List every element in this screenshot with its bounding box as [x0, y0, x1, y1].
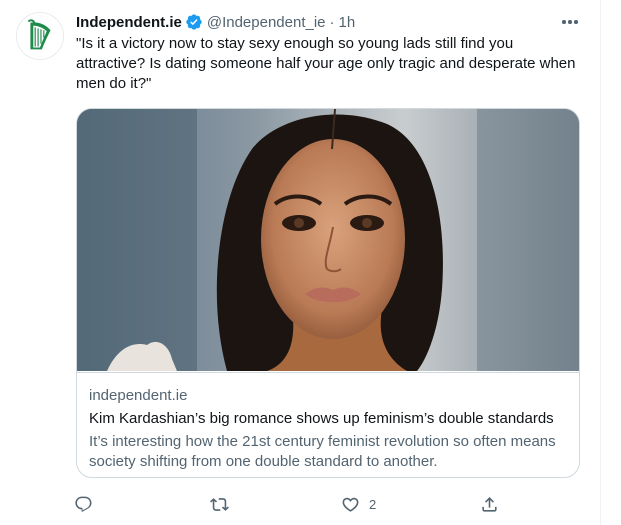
like-button[interactable]: 2 [333, 488, 376, 520]
share-icon [472, 487, 506, 521]
like-count: 2 [369, 496, 377, 512]
tweet-text: "Is it a victory now to stay sexy enough… [76, 35, 576, 92]
card-domain: independent.ie [89, 387, 188, 404]
share-button[interactable] [472, 488, 508, 520]
timeline-border [600, 0, 601, 525]
reply-button[interactable] [66, 488, 102, 520]
card-description: It’s interesting how the 21st century fe… [89, 433, 556, 470]
reply-icon [66, 487, 100, 521]
tweet[interactable]: Independent.ie @Independent_ie · 1h "Is … [0, 0, 600, 525]
timestamp[interactable]: 1h [339, 14, 356, 31]
retweet-button[interactable] [202, 488, 238, 520]
card-meta[interactable]: independent.ie Kim Kardashian’s big roma… [77, 372, 579, 477]
harp-logo-icon [17, 13, 63, 59]
avatar[interactable] [16, 12, 64, 60]
author-handle[interactable]: @Independent_ie [207, 14, 326, 31]
separator-dot: · [329, 13, 335, 31]
retweet-icon [202, 487, 236, 521]
heart-icon [333, 487, 367, 521]
tweet-actions: 2 [66, 488, 516, 520]
verified-badge-icon [185, 13, 203, 31]
card-title: Kim Kardashian’s big romance shows up fe… [89, 410, 554, 427]
tweet-header: Independent.ie @Independent_ie · 1h [76, 12, 355, 32]
author-name[interactable]: Independent.ie [76, 14, 182, 31]
article-photo[interactable] [77, 109, 579, 371]
link-preview-card[interactable]: independent.ie Kim Kardashian’s big roma… [76, 108, 580, 478]
more-options-icon[interactable] [555, 10, 585, 34]
